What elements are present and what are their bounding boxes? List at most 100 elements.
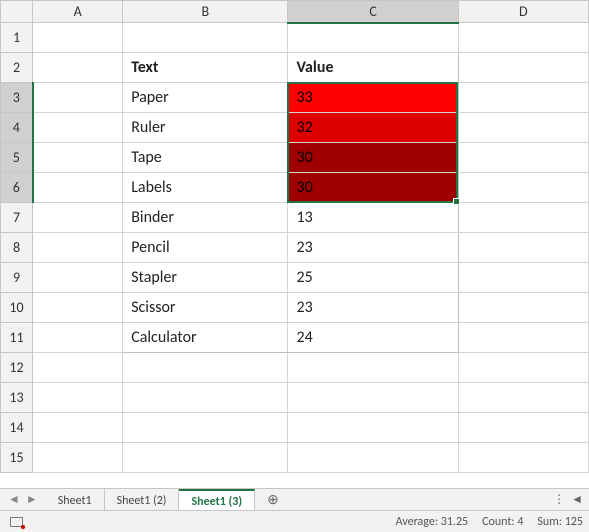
cell-A7[interactable]	[33, 203, 123, 233]
row-header-3[interactable]: 3	[1, 83, 33, 113]
scroll-left-icon[interactable]: ◄	[571, 492, 583, 507]
cell-B14[interactable]	[123, 413, 288, 443]
col-header-D[interactable]: D	[458, 1, 588, 23]
tab-next-icon[interactable]: ►	[26, 492, 38, 507]
cell-C3[interactable]: 33	[288, 83, 458, 113]
cell-D7[interactable]	[458, 203, 588, 233]
cell-B8[interactable]: Pencil	[123, 233, 288, 263]
cell-A15[interactable]	[33, 443, 123, 473]
cell-B13[interactable]	[123, 383, 288, 413]
cell-A13[interactable]	[33, 383, 123, 413]
cell-B3[interactable]: Paper	[123, 83, 288, 113]
cell-B7[interactable]: Binder	[123, 203, 288, 233]
cell-C1[interactable]	[288, 23, 458, 53]
cell-A5[interactable]	[33, 143, 123, 173]
cell-C4[interactable]: 32	[288, 113, 458, 143]
cell-A9[interactable]	[33, 263, 123, 293]
cell-B4[interactable]: Ruler	[123, 113, 288, 143]
cell-D15[interactable]	[458, 443, 588, 473]
cell-C7[interactable]: 13	[288, 203, 458, 233]
cell-C10[interactable]: 23	[288, 293, 458, 323]
record-macro-icon[interactable]	[10, 517, 23, 527]
cell-D4[interactable]	[458, 113, 588, 143]
cell-A14[interactable]	[33, 413, 123, 443]
cell-A6[interactable]	[33, 173, 123, 203]
cell-B12[interactable]	[123, 353, 288, 383]
cell-B1[interactable]	[123, 23, 288, 53]
cell-value: 13	[288, 203, 457, 232]
cell-text: Binder	[123, 203, 287, 232]
col-header-C[interactable]: C	[288, 1, 458, 23]
row-header-15[interactable]: 15	[1, 443, 33, 473]
cell-C13[interactable]	[288, 383, 458, 413]
cell-A4[interactable]	[33, 113, 123, 143]
cell-C8[interactable]: 23	[288, 233, 458, 263]
row-header-2[interactable]: 2	[1, 53, 33, 83]
cell-C6[interactable]: 30	[288, 173, 458, 203]
cell-value: 23	[288, 233, 457, 262]
row-header-13[interactable]: 13	[1, 383, 33, 413]
row-header-4[interactable]: 4	[1, 113, 33, 143]
row-header-9[interactable]: 9	[1, 263, 33, 293]
cell-B15[interactable]	[123, 443, 288, 473]
cell-B9[interactable]: Stapler	[123, 263, 288, 293]
row-header-5[interactable]: 5	[1, 143, 33, 173]
cell-D13[interactable]	[458, 383, 588, 413]
cell-B11[interactable]: Calculator	[123, 323, 288, 353]
cell-D6[interactable]	[458, 173, 588, 203]
add-sheet-button[interactable]: ⊕	[255, 489, 291, 510]
cell-value: 32	[288, 113, 457, 142]
header-value: Value	[288, 53, 457, 82]
cell-C14[interactable]	[288, 413, 458, 443]
tab-nav: ◄ ►	[0, 489, 46, 510]
tab-prev-icon[interactable]: ◄	[8, 492, 20, 507]
status-count: Count: 4	[482, 515, 523, 529]
cell-D12[interactable]	[458, 353, 588, 383]
cell-B2[interactable]: Text	[123, 53, 288, 83]
cell-A2[interactable]	[33, 53, 123, 83]
cell-D8[interactable]	[458, 233, 588, 263]
cell-value: 24	[288, 323, 457, 352]
cell-A8[interactable]	[33, 233, 123, 263]
cell-B10[interactable]: Scissor	[123, 293, 288, 323]
cell-B5[interactable]: Tape	[123, 143, 288, 173]
cell-D3[interactable]	[458, 83, 588, 113]
row-header-11[interactable]: 11	[1, 323, 33, 353]
sheet-tab[interactable]: Sheet1 (3)	[179, 489, 255, 511]
row-header-14[interactable]: 14	[1, 413, 33, 443]
sheet-tab-strip: ◄ ► Sheet1Sheet1 (2)Sheet1 (3) ⊕ ⋮ ◄	[0, 488, 589, 510]
row-header-7[interactable]: 7	[1, 203, 33, 233]
sheet-tab[interactable]: Sheet1	[46, 489, 105, 510]
cell-C11[interactable]: 24	[288, 323, 458, 353]
cell-D11[interactable]	[458, 323, 588, 353]
cell-A1[interactable]	[33, 23, 123, 53]
hscroll-area[interactable]: ⋮ ◄	[547, 489, 589, 510]
row-header-10[interactable]: 10	[1, 293, 33, 323]
col-header-A[interactable]: A	[33, 1, 123, 23]
worksheet-grid[interactable]: ABCD 12 TextValue 3 Paper33 4 Ruler32 5 Tape30 6 L…	[0, 0, 589, 488]
cell-B6[interactable]: Labels	[123, 173, 288, 203]
cell-A11[interactable]	[33, 323, 123, 353]
row-header-6[interactable]: 6	[1, 173, 33, 203]
row-header-8[interactable]: 8	[1, 233, 33, 263]
cell-D10[interactable]	[458, 293, 588, 323]
cell-C15[interactable]	[288, 443, 458, 473]
row-header-1[interactable]: 1	[1, 23, 33, 53]
cell-C5[interactable]: 30	[288, 143, 458, 173]
cell-D1[interactable]	[458, 23, 588, 53]
cell-A3[interactable]	[33, 83, 123, 113]
cell-A12[interactable]	[33, 353, 123, 383]
select-all-cell[interactable]	[1, 1, 33, 23]
cell-C12[interactable]	[288, 353, 458, 383]
cell-A10[interactable]	[33, 293, 123, 323]
cell-D5[interactable]	[458, 143, 588, 173]
cell-C9[interactable]: 25	[288, 263, 458, 293]
sheet-tab[interactable]: Sheet1 (2)	[105, 489, 180, 510]
col-header-B[interactable]: B	[123, 1, 288, 23]
row-header-12[interactable]: 12	[1, 353, 33, 383]
cell-C2[interactable]: Value	[288, 53, 458, 83]
cell-D2[interactable]	[458, 53, 588, 83]
cell-D9[interactable]	[458, 263, 588, 293]
cell-D14[interactable]	[458, 413, 588, 443]
status-bar: Average: 31.25 Count: 4 Sum: 125	[0, 510, 589, 532]
